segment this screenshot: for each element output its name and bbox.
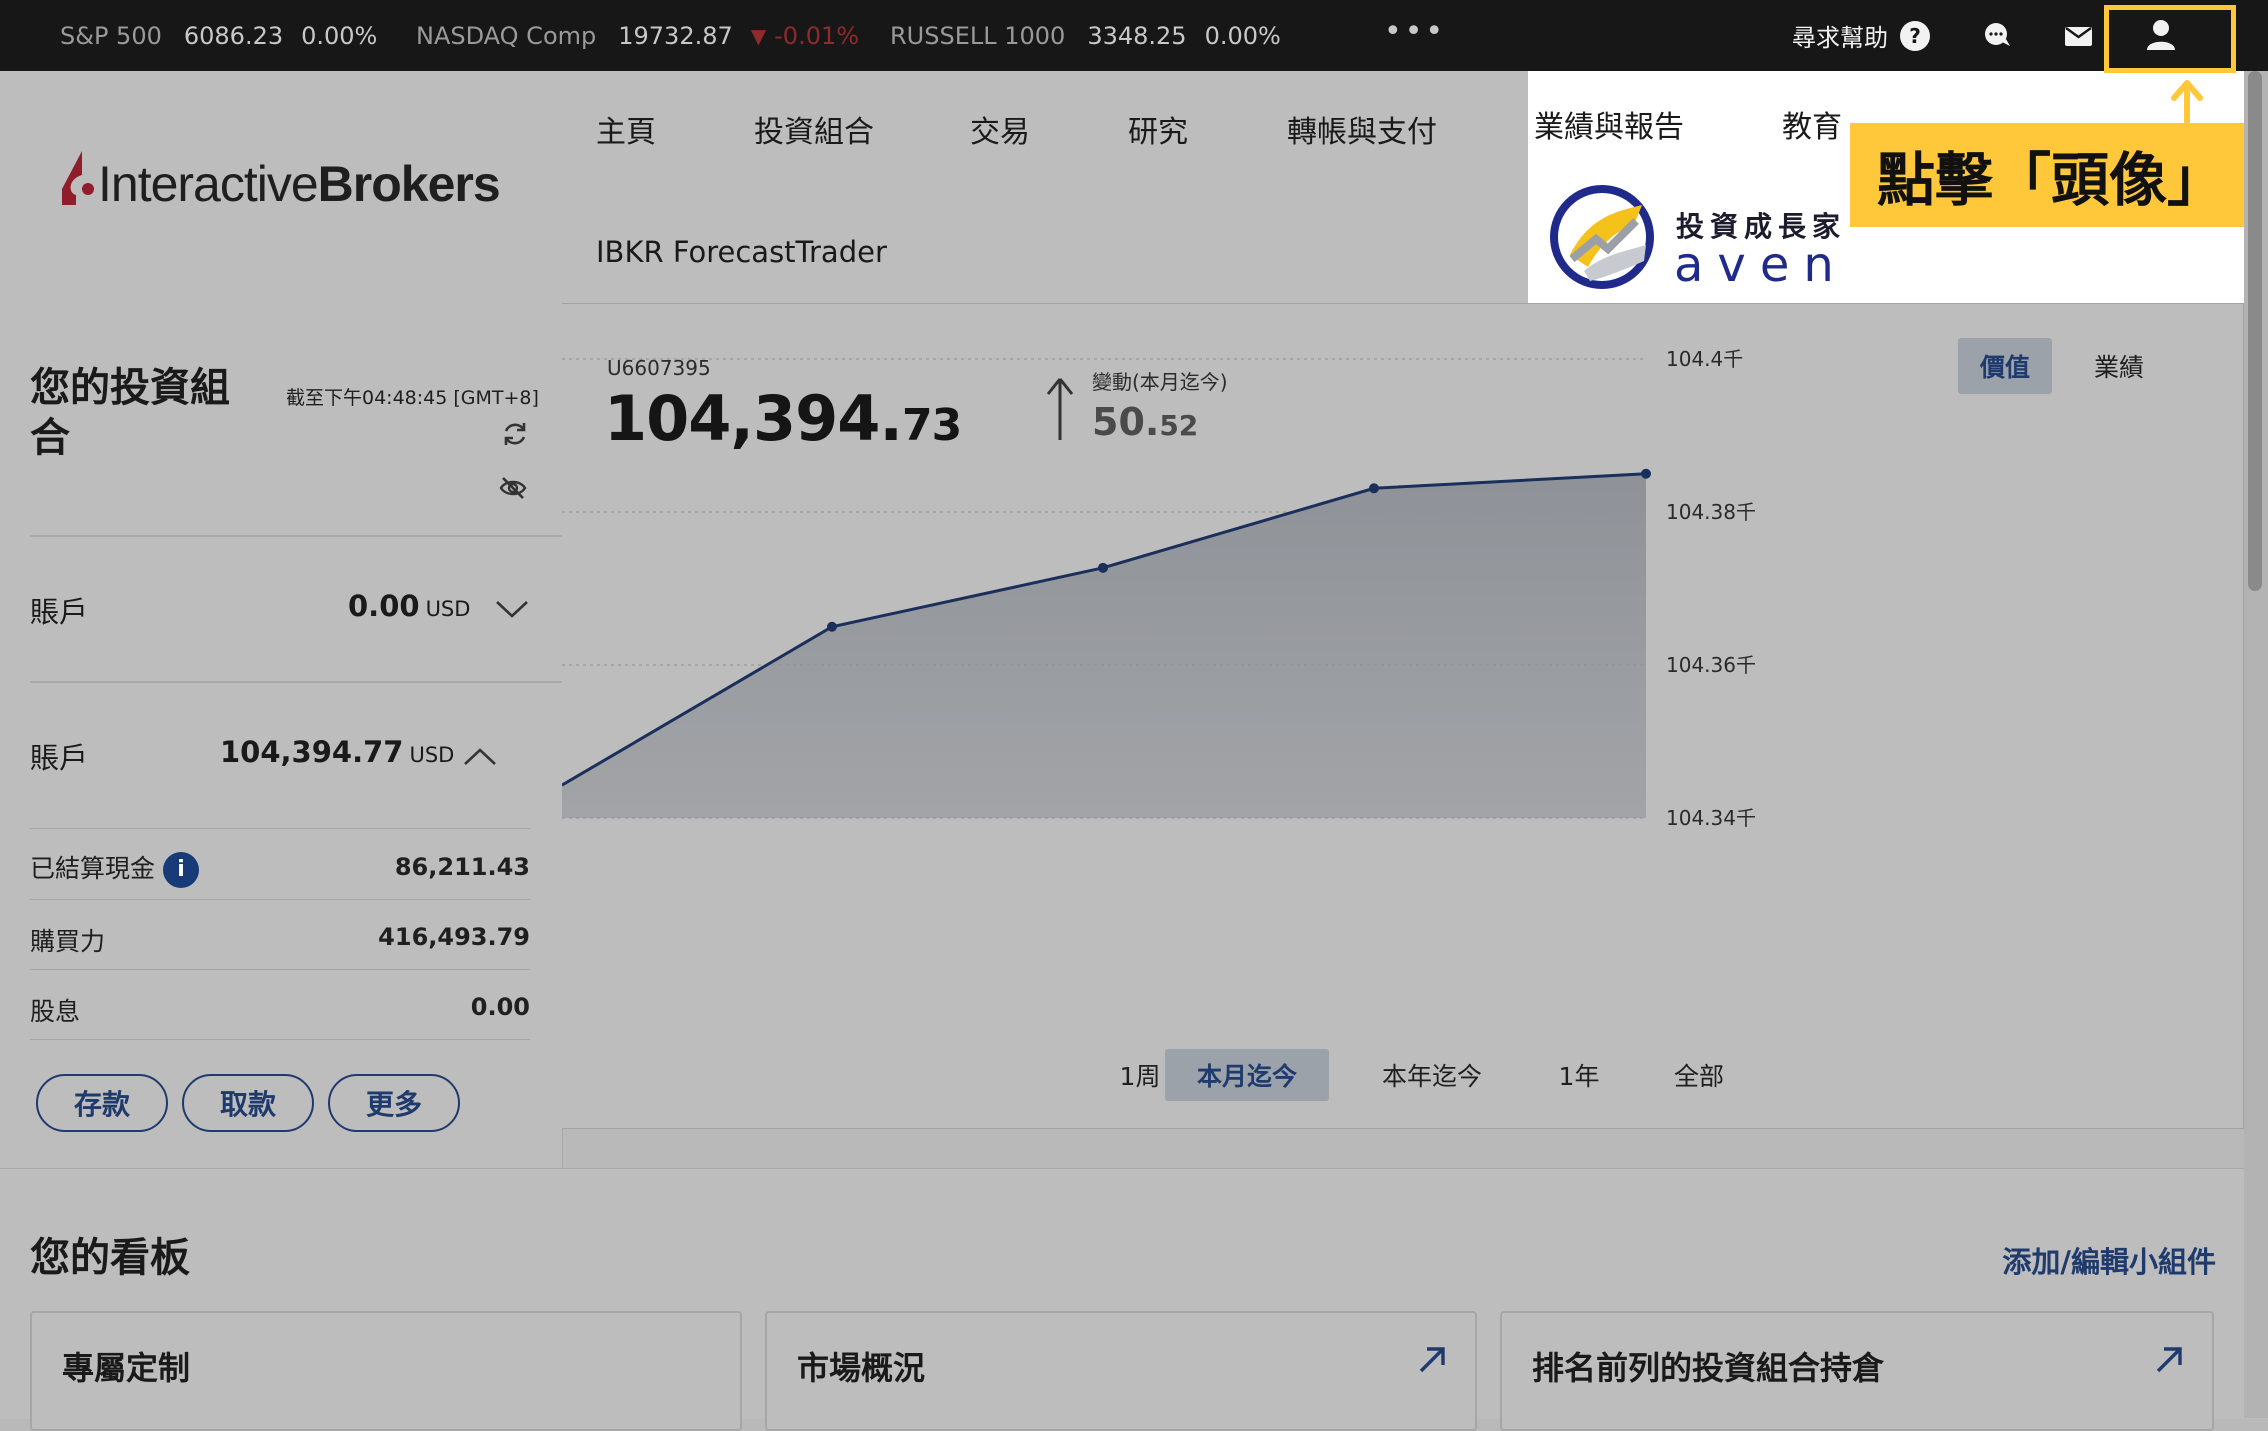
divider [30,969,530,970]
help-button[interactable]: 尋求幫助 ? [1792,0,1930,71]
settled-cash-value: 86,211.43 [394,853,530,881]
down-triangle-icon: ▼ [750,23,767,48]
data-point[interactable] [1098,562,1108,573]
portfolio-timestamp: 截至下午04:48:45 [GMT+8] [286,387,539,409]
nav-education[interactable]: 教育 [1782,102,1842,146]
widget-card-custom[interactable]: 專屬定制 [30,1311,742,1431]
ticker-change: 0.00% [1204,21,1281,50]
more-icon[interactable]: ••• [1384,14,1446,49]
data-point[interactable] [1641,468,1651,479]
widget-title: 專屬定制 [62,1349,191,1387]
widget-title: 市場概況 [797,1349,926,1387]
y-tick-label: 104.38千 [1666,500,1756,524]
deposit-button[interactable]: 存款 [36,1074,168,1132]
logo-text-right: Brokers [317,156,501,212]
range-mtd[interactable]: 本月迄今 [1165,1049,1329,1101]
settled-cash-label: 已結算現金 [30,854,156,883]
aven-brand-en: aven [1674,237,1848,293]
question-icon: ? [1900,20,1930,51]
nav-performance-reports[interactable]: 業績與報告 [1534,102,1684,146]
aven-logo-icon [1550,185,1654,289]
data-point[interactable] [827,621,837,632]
ticker-name: NASDAQ Comp [416,21,597,50]
divider [30,681,562,683]
y-tick-label: 104.34千 [1666,806,1756,830]
account2-value: 104,394.77 USD [220,735,454,769]
refresh-icon[interactable] [500,419,530,449]
ticker-bar: S&P 500 6086.23 0.00% NASDAQ Comp 19732.… [0,0,2268,71]
account1-amount: 0.00 [348,589,420,623]
nav-forecasttrader[interactable]: IBKR ForecastTrader [596,235,887,269]
logo-text-left: Interactive [98,156,319,212]
logo-text: InteractiveBrokers [98,155,501,213]
external-arrow-icon[interactable] [1415,1343,1449,1377]
more-button[interactable]: 更多 [328,1074,460,1132]
callout-arrow-icon [2171,80,2203,124]
external-arrow-icon[interactable] [2152,1343,2186,1377]
chevron-down-icon[interactable] [494,597,530,621]
mail-icon[interactable] [2064,14,2094,54]
edit-widgets-link[interactable]: 添加/編輯小組件 [2002,1239,2216,1281]
data-point[interactable] [1369,483,1379,494]
help-label: 尋求幫助 [1792,24,1888,52]
buying-power-value: 416,493.79 [378,923,530,951]
widget-card-market[interactable]: 市場概況 [765,1311,1477,1431]
page-scrollbar[interactable] [2244,71,2268,1418]
nav-portfolio[interactable]: 投資組合 [754,107,874,151]
portfolio-value-chart: 104.4千 104.38千 104.36千 104.34千 [562,347,1756,830]
portfolio-panel: 您的投資組合 截至下午04:48:45 [GMT+8] 賬戶 0.00 USD 賬… [0,303,563,1169]
portfolio-title: 您的投資組合 [30,365,230,461]
hide-values-icon[interactable] [498,473,528,503]
divider [30,828,530,829]
divider [30,535,562,537]
logo[interactable]: InteractiveBrokers [58,149,501,219]
account2-amount: 104,394.77 [220,735,404,769]
dashboard-area: 您的看板 添加/編輯小組件 專屬定制 市場概況 排名前列的投資組合持倉 [0,1168,2268,1431]
divider [30,899,530,900]
settled-cash-row: 已結算現金 i [30,849,200,888]
account2-label: 賬戶 [30,741,89,775]
chat-icon[interactable] [1982,14,2014,54]
ticker-value: 6086.23 [183,21,284,50]
ticker-value: 19732.87 [618,21,733,50]
account1-currency: USD [425,597,471,621]
nav-trade[interactable]: 交易 [970,107,1030,151]
dividends-label: 股息 [30,997,81,1026]
scrollbar-thumb[interactable] [2248,71,2262,591]
range-1y[interactable]: 1年 [1534,1049,1624,1101]
range-all[interactable]: 全部 [1644,1049,1754,1101]
ticker-sp500[interactable]: S&P 500 6086.23 0.00% [60,0,377,71]
ticker-russell[interactable]: RUSSELL 1000 3348.25 0.00% [890,0,1281,71]
nav-transfer-pay[interactable]: 轉帳與支付 [1287,107,1437,151]
ticker-nasdaq[interactable]: NASDAQ Comp 19732.87 ▼ -0.01% [416,0,859,71]
chevron-up-icon[interactable] [462,745,498,769]
widget-card-top-holdings[interactable]: 排名前列的投資組合持倉 [1500,1311,2214,1431]
nav-research[interactable]: 研究 [1128,107,1188,151]
range-ytd[interactable]: 本年迄今 [1362,1049,1502,1101]
account1-value: 0.00 USD [348,589,470,623]
account1-label: 賬戶 [30,595,89,629]
account2-currency: USD [409,743,455,767]
ticker-value: 3348.25 [1087,21,1187,50]
ticker-name: RUSSELL 1000 [890,21,1066,50]
dividends-value: 0.00 [470,993,530,1021]
withdraw-button[interactable]: 取款 [182,1074,314,1132]
y-tick-label: 104.4千 [1666,347,1743,371]
widget-title: 排名前列的投資組合持倉 [1532,1349,1885,1387]
y-tick-label: 104.36千 [1666,653,1756,677]
portfolio-chart-card: U6607395 104,394.73 變動(本月迄今) 50.52 價值 業績… [562,303,2244,1129]
divider [30,1039,530,1040]
info-icon[interactable]: i [163,852,200,888]
avatar-highlight-box [2104,5,2236,73]
ticker-change: 0.00% [301,21,378,50]
ticker-name: S&P 500 [60,21,162,50]
area-fill [562,473,1646,818]
dashboard-title: 您的看板 [30,1235,190,1281]
callout-label: 點擊「頭像」 [1850,123,2252,227]
ticker-change: -0.01% [774,21,860,50]
nav-home[interactable]: 主頁 [596,107,656,151]
buying-power-label: 購買力 [30,927,106,956]
ib-flame-icon [62,151,94,205]
